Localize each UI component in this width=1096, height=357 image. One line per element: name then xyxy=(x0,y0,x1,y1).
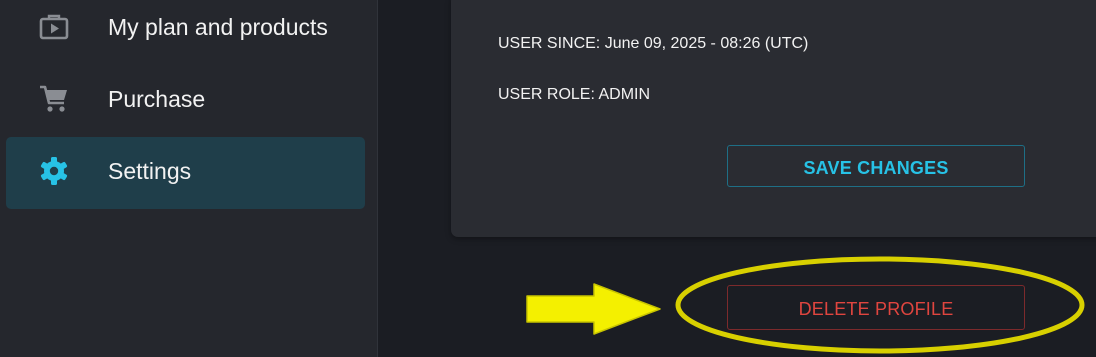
sidebar-item-settings[interactable]: Settings xyxy=(6,137,365,209)
play-briefcase-icon xyxy=(39,14,69,40)
delete-profile-button[interactable]: DELETE PROFILE xyxy=(727,285,1025,330)
sidebar-item-label: My plan and products xyxy=(108,14,328,40)
save-changes-button[interactable]: SAVE CHANGES xyxy=(727,145,1025,187)
sidebar-item-label: Purchase xyxy=(108,86,206,112)
gear-icon xyxy=(40,157,68,185)
right-arrow-icon xyxy=(526,283,661,335)
app-window: My plan and products Purchase Settings U… xyxy=(0,0,1096,357)
user-role-text: USER ROLE: ADMIN xyxy=(498,86,651,103)
sidebar-item-purchase[interactable]: Purchase xyxy=(6,65,365,137)
sidebar-item-label: Settings xyxy=(108,158,192,184)
cart-icon xyxy=(40,85,67,112)
sidebar: My plan and products Purchase Settings xyxy=(0,0,378,357)
sidebar-item-my-plan[interactable]: My plan and products xyxy=(6,0,365,65)
user-since-text: USER SINCE: June 09, 2025 - 08:26 (UTC) xyxy=(498,35,809,52)
